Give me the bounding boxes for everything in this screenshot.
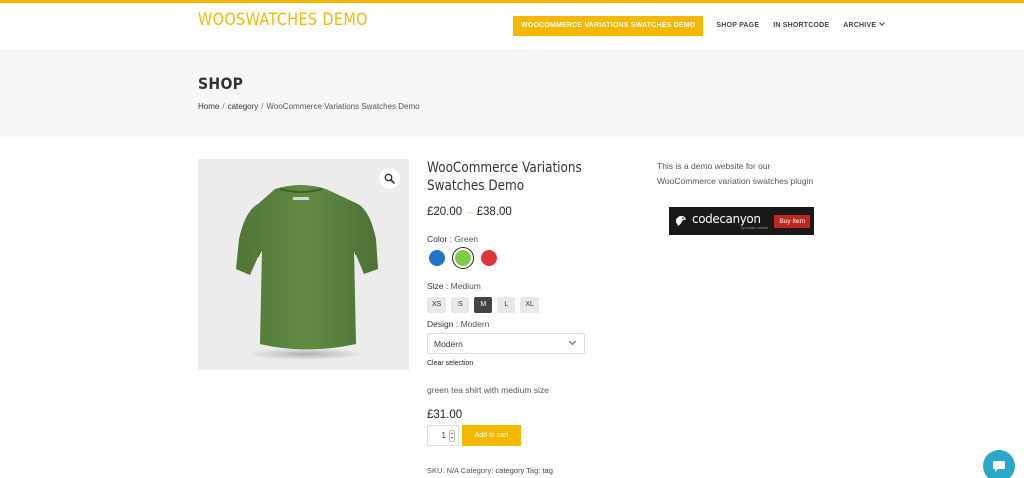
- color-attribute-label: Color : Green: [427, 234, 479, 244]
- product-summary: WooCommerce Variations Swatches Demo £20…: [427, 159, 637, 218]
- site-header: WOOSWATCHES DEMO WOOCOMMERCE VARIATIONS …: [0, 3, 1024, 49]
- page-banner: SHOP Home / category / WooCommerce Varia…: [0, 49, 1024, 138]
- zoom-button[interactable]: [379, 168, 400, 189]
- breadcrumb-category[interactable]: category: [228, 102, 259, 111]
- nav-item-archive-label: ARCHIVE: [843, 22, 877, 29]
- product-image[interactable]: [198, 159, 409, 370]
- quantity-value: 1: [441, 431, 446, 440]
- nav-item-shop-page[interactable]: SHOP PAGE: [709, 16, 766, 36]
- clear-selection-link[interactable]: Clear selection: [427, 360, 473, 367]
- chat-bubble-icon: [993, 461, 1005, 472]
- category-label: Category:: [460, 466, 494, 475]
- price-min: £20.00: [427, 206, 463, 218]
- breadcrumb-home[interactable]: Home: [198, 102, 219, 111]
- size-swatch-l[interactable]: L: [497, 297, 516, 313]
- sku-label: SKU:: [427, 466, 445, 475]
- nav-item-archive[interactable]: ARCHIVE: [836, 16, 891, 36]
- size-swatch-m[interactable]: M: [474, 297, 493, 313]
- design-selected-value: Modern: [460, 319, 490, 329]
- codecanyon-logo-text: codecanyon: [692, 212, 761, 226]
- add-to-cart-button[interactable]: Add to cart: [462, 425, 521, 446]
- color-swatches: [427, 248, 499, 268]
- chevron-down-icon: [879, 20, 886, 26]
- design-select[interactable]: Modern: [427, 333, 585, 354]
- color-swatch-red[interactable]: [479, 248, 499, 268]
- size-swatch-xl[interactable]: XL: [520, 297, 539, 313]
- color-label-text: Color: [427, 234, 448, 244]
- tag-label: Tag:: [526, 466, 541, 475]
- breadcrumb: Home / category / WooCommerce Variations…: [198, 102, 420, 111]
- magnifier-icon: [384, 173, 395, 184]
- breadcrumb-current: WooCommerce Variations Swatches Demo: [266, 102, 420, 111]
- tag-link[interactable]: tag: [542, 466, 552, 475]
- price-range: £20.00 – £38.00: [427, 206, 637, 218]
- breadcrumb-separator: /: [261, 102, 264, 111]
- main-nav: WOOCOMMERCE VARIATIONS SWATCHES DEMO SHO…: [513, 16, 891, 36]
- page-title: SHOP: [198, 74, 244, 93]
- category-link[interactable]: category: [495, 466, 524, 475]
- breadcrumb-separator: /: [222, 102, 225, 111]
- variation-description: green tea shirt with medium size: [427, 385, 549, 395]
- chat-button[interactable]: [983, 450, 1015, 478]
- size-swatch-xs[interactable]: XS: [427, 297, 447, 313]
- codecanyon-logo-icon: [675, 215, 686, 226]
- nav-item-variations-demo[interactable]: WOOCOMMERCE VARIATIONS SWATCHES DEMO: [513, 16, 704, 36]
- color-swatch-green[interactable]: [453, 248, 473, 268]
- color-swatch-blue[interactable]: [427, 248, 447, 268]
- size-swatch-s[interactable]: S: [451, 297, 470, 313]
- codecanyon-sub-text: by envato market: [741, 226, 768, 230]
- site-title[interactable]: WOOSWATCHES DEMO: [198, 10, 368, 30]
- spin-arrows-icon[interactable]: [449, 429, 455, 442]
- sidebar-text: This is a demo website for our WooCommer…: [657, 161, 814, 186]
- price-max: £38.00: [476, 206, 512, 218]
- design-select-value: Modern: [434, 338, 463, 349]
- buy-item-button[interactable]: Buy Item: [774, 214, 810, 228]
- product-meta: SKU: N/A Category: category Tag: tag: [427, 466, 553, 475]
- size-attribute-label: Size : Medium: [427, 281, 481, 291]
- nav-item-in-shortcode[interactable]: IN SHORTCODE: [766, 16, 836, 36]
- price-separator: –: [467, 207, 472, 217]
- chevron-down-icon: [568, 337, 577, 346]
- variation-price: £31.00: [427, 409, 463, 421]
- product-title: WooCommerce Variations Swatches Demo: [427, 160, 582, 194]
- size-selected-value: Medium: [450, 281, 481, 291]
- size-label-text: Size: [427, 281, 444, 291]
- color-selected-value: Green: [454, 234, 479, 244]
- codecanyon-banner[interactable]: codecanyon by envato market Buy Item: [669, 207, 814, 235]
- design-label-text: Design: [427, 319, 454, 329]
- quantity-stepper[interactable]: 1: [427, 425, 459, 446]
- green-tshirt-back-icon: [236, 185, 378, 360]
- design-attribute-label: Design : Modern: [427, 319, 490, 329]
- size-swatches: XS S M L XL: [427, 297, 539, 313]
- sku-value: N/A: [446, 466, 459, 475]
